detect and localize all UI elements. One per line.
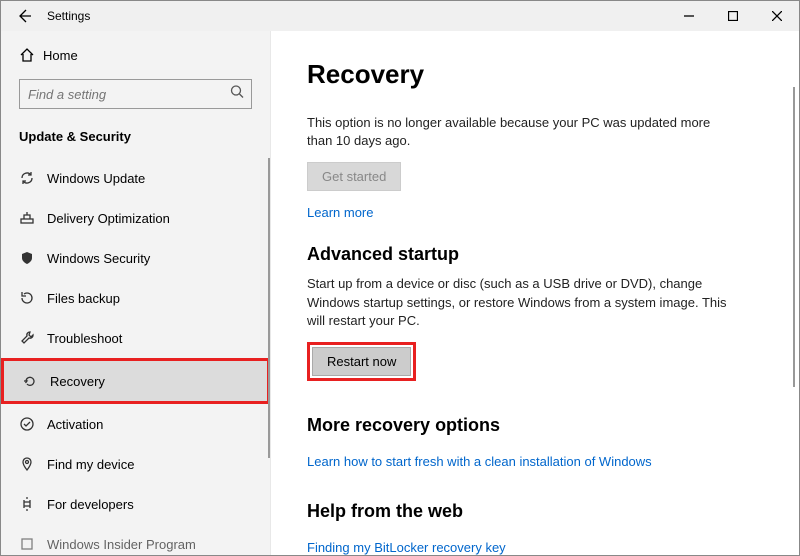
maximize-button[interactable] [711, 1, 755, 31]
wrench-icon [19, 330, 47, 346]
go-back-description: This option is no longer available becau… [307, 114, 727, 150]
check-circle-icon [19, 416, 47, 432]
sidebar-item-for-developers[interactable]: For developers [1, 484, 270, 524]
sidebar-scrollbar[interactable] [268, 158, 270, 458]
sidebar-item-activation[interactable]: Activation [1, 404, 270, 444]
more-recovery-heading: More recovery options [307, 415, 763, 436]
sidebar-item-files-backup[interactable]: Files backup [1, 278, 270, 318]
back-button[interactable] [11, 3, 37, 29]
developer-icon [19, 496, 47, 512]
advanced-startup-heading: Advanced startup [307, 244, 763, 265]
recovery-icon [22, 373, 50, 389]
restart-now-button[interactable]: Restart now [312, 347, 411, 376]
sidebar: Home Update & Security Windows Update De… [1, 31, 271, 555]
nav-list: Windows Update Delivery Optimization Win… [1, 158, 270, 555]
section-label: Update & Security [1, 119, 270, 158]
backup-icon [19, 290, 47, 306]
shield-icon [19, 250, 47, 266]
sidebar-item-delivery-optimization[interactable]: Delivery Optimization [1, 198, 270, 238]
close-icon [772, 11, 782, 21]
sidebar-item-troubleshoot[interactable]: Troubleshoot [1, 318, 270, 358]
minimize-button[interactable] [667, 1, 711, 31]
sidebar-item-label: Windows Insider Program [47, 537, 196, 552]
clean-install-link[interactable]: Learn how to start fresh with a clean in… [307, 454, 652, 469]
learn-more-link[interactable]: Learn more [307, 205, 373, 220]
minimize-icon [684, 11, 694, 21]
content-pane: Recovery This option is no longer availa… [271, 31, 799, 555]
sidebar-item-label: For developers [47, 497, 134, 512]
sidebar-item-label: Windows Security [47, 251, 150, 266]
sidebar-item-windows-security[interactable]: Windows Security [1, 238, 270, 278]
sync-icon [19, 170, 47, 186]
advanced-startup-description: Start up from a device or disc (such as … [307, 275, 727, 330]
home-label: Home [43, 48, 78, 63]
page-title: Recovery [307, 59, 763, 90]
sidebar-item-label: Files backup [47, 291, 120, 306]
sidebar-item-windows-update[interactable]: Windows Update [1, 158, 270, 198]
home-link[interactable]: Home [1, 37, 270, 73]
close-button[interactable] [755, 1, 799, 31]
sidebar-item-recovery[interactable]: Recovery [4, 361, 267, 401]
sidebar-item-label: Troubleshoot [47, 331, 122, 346]
location-icon [19, 456, 47, 472]
sidebar-item-label: Windows Update [47, 171, 145, 186]
window-controls [667, 1, 799, 31]
sidebar-item-windows-insider[interactable]: Windows Insider Program [1, 524, 270, 555]
content-scrollbar[interactable] [793, 87, 795, 387]
arrow-left-icon [16, 8, 32, 24]
sidebar-item-label: Delivery Optimization [47, 211, 170, 226]
sidebar-item-find-my-device[interactable]: Find my device [1, 444, 270, 484]
delivery-icon [19, 210, 47, 226]
insider-icon [19, 536, 47, 552]
get-started-button: Get started [307, 162, 401, 191]
window-title: Settings [47, 9, 90, 23]
search-icon [230, 85, 244, 104]
sidebar-item-label: Recovery [50, 374, 105, 389]
home-icon [19, 47, 43, 63]
sidebar-item-label: Activation [47, 417, 103, 432]
help-heading: Help from the web [307, 501, 763, 522]
bitlocker-help-link[interactable]: Finding my BitLocker recovery key [307, 540, 506, 555]
sidebar-item-label: Find my device [47, 457, 134, 472]
maximize-icon [728, 11, 738, 21]
search-input[interactable] [19, 79, 252, 109]
